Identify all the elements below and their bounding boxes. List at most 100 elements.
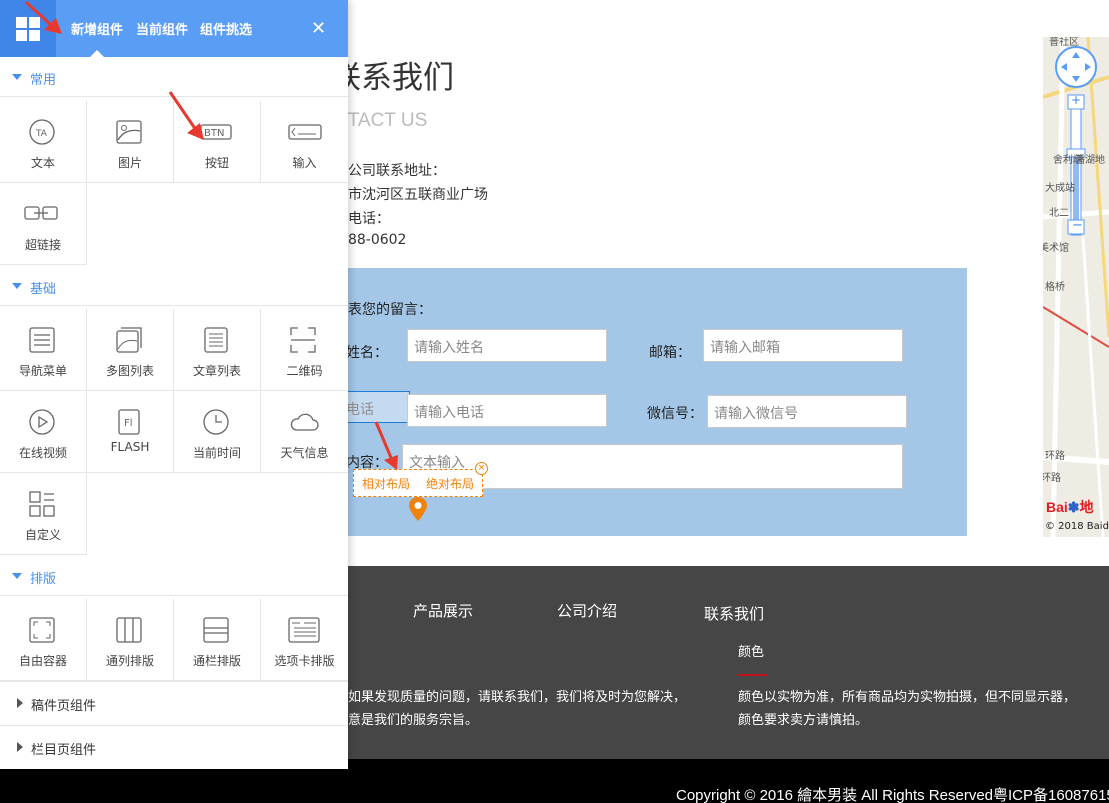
map-label: 普社区 xyxy=(1049,37,1079,48)
component-nav-menu[interactable]: 导航菜单 xyxy=(0,309,87,391)
component-hyperlink[interactable]: 超链接 xyxy=(0,183,87,265)
section-title: 常用 xyxy=(30,73,57,88)
annotation-arrow-icon xyxy=(374,421,398,470)
form-prompt: 发表您的留言： xyxy=(334,302,432,318)
section-layout[interactable]: 排版 xyxy=(0,556,348,596)
link-icon xyxy=(24,206,58,220)
rows-icon xyxy=(203,617,229,643)
phone-input[interactable]: 请输入电话 xyxy=(407,394,607,427)
chevron-down-icon xyxy=(12,283,22,289)
component-article-list[interactable]: 文章列表 xyxy=(174,309,261,391)
component-label: 文本 xyxy=(30,156,55,170)
component-label: 图片 xyxy=(117,156,142,170)
custom-grid-icon xyxy=(29,491,55,517)
component-label: 自定义 xyxy=(24,528,61,542)
flash-icon: Fl xyxy=(118,409,140,435)
selected-widget-outline[interactable] xyxy=(338,391,410,423)
tabs-layout-icon xyxy=(288,617,320,643)
wechat-label: 微信号： xyxy=(647,406,703,422)
collapse-label: 稿件页组件 xyxy=(31,699,97,714)
svg-text:TA: TA xyxy=(35,129,48,139)
color-title: 颜色 xyxy=(738,645,765,660)
component-input[interactable]: 输入 xyxy=(261,101,348,183)
wechat-input[interactable]: 请输入微信号 xyxy=(707,395,907,428)
close-icon[interactable]: ✕ xyxy=(311,20,326,38)
component-label: 在线视频 xyxy=(18,446,67,460)
chevron-right-icon xyxy=(17,742,23,752)
component-row-layout[interactable]: 通栏排版 xyxy=(174,599,261,681)
map-label: 大成站 xyxy=(1045,183,1075,194)
collapsed-column-page-components[interactable]: 栏目页组件 xyxy=(0,725,348,769)
component-online-video[interactable]: 在线视频 xyxy=(0,391,87,473)
copyright-text: Copyright © 2016 繪本男装 All Rights Reserve… xyxy=(676,787,1109,803)
component-image[interactable]: 图片 xyxy=(87,101,174,183)
map-label: 环路 xyxy=(1043,473,1061,484)
relative-layout-option[interactable]: 相对布局 xyxy=(362,475,410,492)
email-input[interactable]: 请输入邮箱 xyxy=(703,329,903,362)
chevron-down-icon xyxy=(12,573,22,579)
component-label: 导航菜单 xyxy=(18,364,67,378)
active-tab-caret xyxy=(90,50,104,57)
map-copyright: © 2018 Baid xyxy=(1045,521,1109,532)
section-title: 基础 xyxy=(30,282,57,297)
chevron-down-icon xyxy=(12,74,22,80)
component-custom[interactable]: 自定义 xyxy=(0,473,87,555)
zoom-out-button[interactable]: − xyxy=(1072,218,1083,233)
component-label: 二维码 xyxy=(286,364,323,378)
component-label: 自由容器 xyxy=(18,654,67,668)
nav-menu-icon xyxy=(29,327,55,353)
text-icon: TA xyxy=(29,119,55,145)
component-label: 当前时间 xyxy=(192,446,241,460)
absolute-layout-option[interactable]: 绝对布局 xyxy=(426,475,474,492)
footer-link-about[interactable]: 公司介绍 xyxy=(557,600,617,621)
component-label: 按钮 xyxy=(204,156,229,170)
component-label: 输入 xyxy=(292,156,317,170)
color-underline xyxy=(738,674,768,676)
address-label: 司公司联系地址： xyxy=(334,163,446,179)
map-label: 美术馆 xyxy=(1043,243,1069,254)
component-label: FLASH xyxy=(110,440,150,454)
component-flash[interactable]: Fl FLASH xyxy=(87,391,174,473)
name-label: 姓名： xyxy=(346,345,388,361)
component-label: 选项卡排版 xyxy=(274,654,335,668)
map-label: 环路 xyxy=(1045,451,1065,462)
input-icon xyxy=(288,124,322,140)
component-label: 多图列表 xyxy=(105,364,154,378)
component-qrcode[interactable]: 二维码 xyxy=(261,309,348,391)
address-text: 阳市沈河区五联商业广场 xyxy=(334,187,488,203)
component-label: 通栏排版 xyxy=(192,654,241,668)
footer-link-products[interactable]: 产品展示 xyxy=(413,600,473,621)
footer-link-contact[interactable]: 联系我们 xyxy=(704,603,764,624)
component-text[interactable]: TA 文本 xyxy=(0,101,87,183)
free-container-icon xyxy=(29,617,55,643)
map-label: 潘湖地 xyxy=(1075,155,1105,166)
email-label: 邮箱： xyxy=(649,345,691,361)
article-list-icon xyxy=(204,327,228,353)
zoom-in-button[interactable]: + xyxy=(1071,93,1081,107)
component-column-layout[interactable]: 通列排版 xyxy=(87,599,174,681)
cloud-icon xyxy=(290,413,319,431)
component-label: 通列排版 xyxy=(105,654,154,668)
layout-close-icon[interactable]: × xyxy=(475,462,488,475)
component-multi-image-list[interactable]: 多图列表 xyxy=(87,309,174,391)
gallery-icon xyxy=(116,327,142,353)
baidu-map[interactable]: + − 普社区 舍利塔 潘湖地 大成站 北二 美术馆 格桥 环路 环路 Bai✽… xyxy=(1043,37,1109,537)
baidu-logo: Bai✽地 xyxy=(1046,499,1094,515)
tab-component-picker[interactable]: 组件挑选 xyxy=(200,19,252,38)
tab-current-components[interactable]: 当前组件 xyxy=(136,19,188,38)
component-tab-layout[interactable]: 选项卡排版 xyxy=(261,599,348,681)
annotation-arrow-icon xyxy=(24,0,62,34)
tab-add-component[interactable]: 新增组件 xyxy=(71,19,123,38)
collapsed-manuscript-components[interactable]: 稿件页组件 xyxy=(0,681,348,725)
component-current-time[interactable]: 当前时间 xyxy=(174,391,261,473)
layout-menu: 相对布局 绝对布局 xyxy=(353,469,483,497)
section-basic[interactable]: 基础 xyxy=(0,266,348,306)
component-free-container[interactable]: 自由容器 xyxy=(0,599,87,681)
component-weather[interactable]: 天气信息 xyxy=(261,391,348,473)
annotation-arrow-icon xyxy=(168,91,204,140)
play-icon xyxy=(29,409,55,435)
footer-service-text: 如果发现质量的问题，请联系我们，我们将及时为您解决， 意是我们的服务宗旨。 xyxy=(348,690,687,728)
qrcode-icon xyxy=(290,327,316,353)
name-input[interactable]: 请输入姓名 xyxy=(407,329,607,362)
component-label: 天气信息 xyxy=(280,446,329,460)
